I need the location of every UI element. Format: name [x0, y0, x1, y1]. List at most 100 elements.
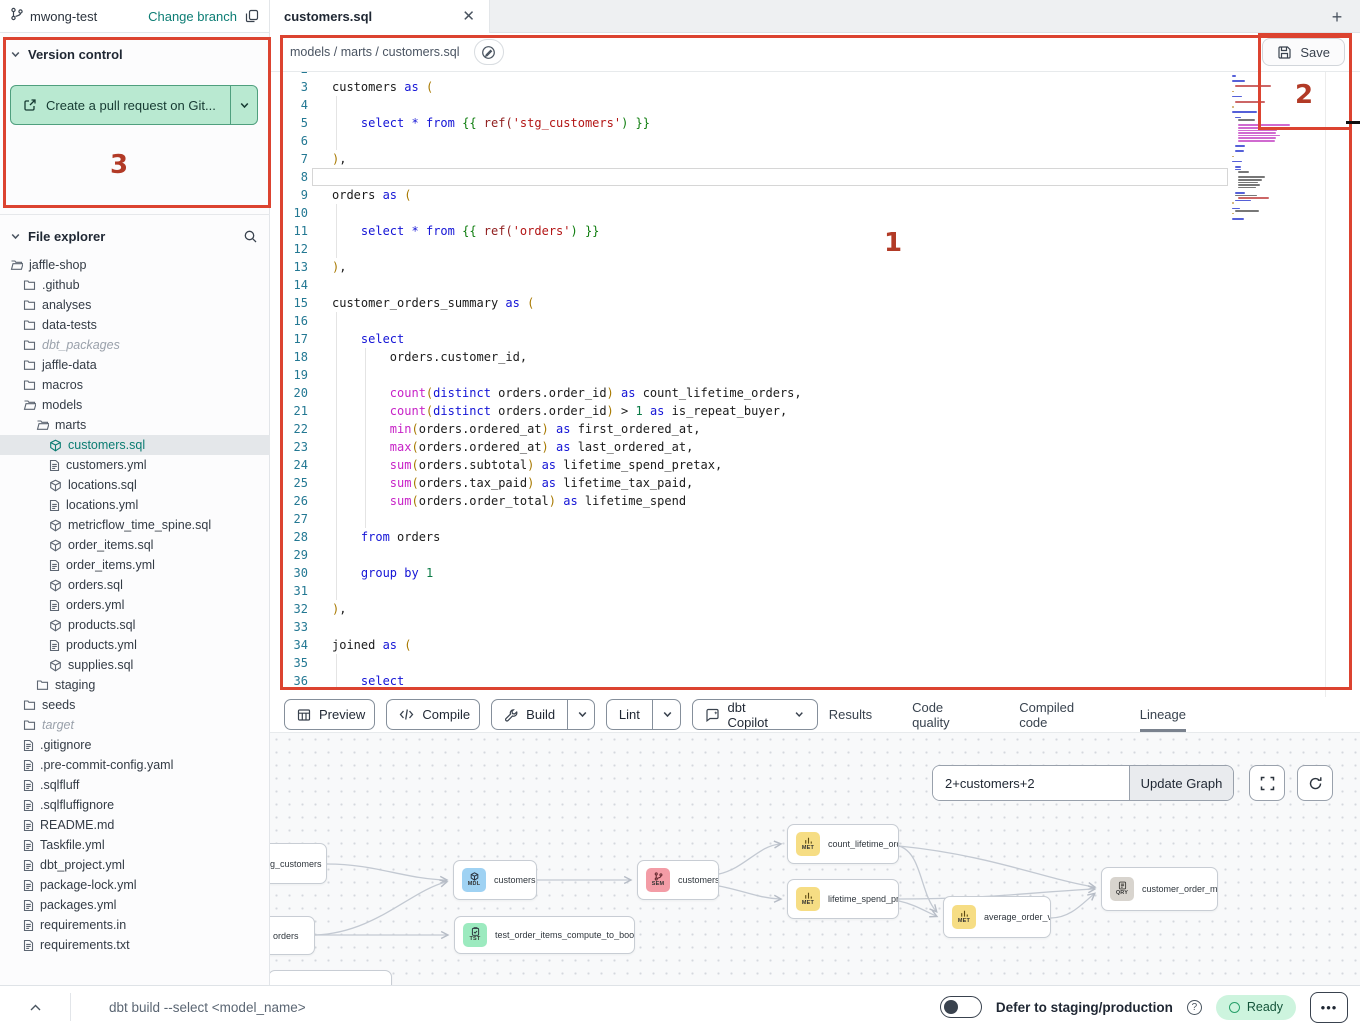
- file-tree-item--pre-commit-config-yaml[interactable]: .pre-commit-config.yaml: [0, 755, 270, 775]
- file-tree-item-metricflow-time-spine-sql[interactable]: metricflow_time_spine.sql: [0, 515, 270, 535]
- build-button[interactable]: Build: [491, 699, 595, 730]
- build-dropdown-chevron[interactable]: [567, 700, 595, 729]
- create-pull-request-main[interactable]: Create a pull request on Git...: [11, 86, 231, 124]
- panel-tab-code-quality[interactable]: Code quality: [912, 697, 979, 732]
- new-tab-button[interactable]: +: [1324, 4, 1350, 30]
- lineage-node-label: customers: [678, 875, 718, 885]
- tab-customers-sql[interactable]: customers.sql ✕: [270, 0, 490, 33]
- preview-label: Preview: [319, 707, 365, 722]
- close-icon[interactable]: ✕: [462, 9, 475, 24]
- branch-name: mwong-test: [30, 9, 97, 24]
- chevron-up-icon[interactable]: [0, 1003, 70, 1012]
- command-input[interactable]: dbt build --select <model_name>: [109, 1000, 306, 1015]
- file-tree-item-models[interactable]: models: [0, 395, 270, 415]
- line-number: 15: [282, 294, 308, 312]
- file-tree-item-order-items-yml[interactable]: order_items.yml: [0, 555, 270, 575]
- lineage-node-customer-order-metrics[interactable]: QRYcustomer_order_metrics: [1101, 867, 1218, 911]
- lineage-node-lifetime-spend-pretax[interactable]: METlifetime_spend_pretax: [787, 879, 899, 919]
- editor-minimap[interactable]: [1232, 75, 1322, 245]
- copy-icon[interactable]: [245, 9, 259, 23]
- file-tree-item-package-lock-yml[interactable]: package-lock.yml: [0, 875, 270, 895]
- minimap-line: [1238, 132, 1276, 134]
- update-graph-button[interactable]: Update Graph: [1129, 766, 1233, 800]
- compile-button[interactable]: Compile: [386, 699, 480, 730]
- lint-dropdown-chevron[interactable]: [652, 700, 681, 729]
- file-tree-item-jaffle-shop[interactable]: jaffle-shop: [0, 255, 270, 275]
- create-pull-request-button[interactable]: Create a pull request on Git...: [10, 85, 258, 125]
- file-tree-item-packages-yml[interactable]: packages.yml: [0, 895, 270, 915]
- code-line-32: ),: [332, 600, 346, 618]
- file-tree-item-customers-yml[interactable]: customers.yml: [0, 455, 270, 475]
- file-tree-item-macros[interactable]: macros: [0, 375, 270, 395]
- defer-toggle[interactable]: [940, 996, 982, 1018]
- lineage-panel[interactable]: stg_customersorders MDLcustomers TSTtest_o…: [270, 733, 1360, 985]
- doc-icon: [23, 839, 34, 852]
- file-tree-item-order-items-sql[interactable]: order_items.sql: [0, 535, 270, 555]
- lineage-node-customers[interactable]: MDLcustomers: [453, 860, 537, 900]
- file-tree-item-target[interactable]: target: [0, 715, 270, 735]
- lineage-node-customers[interactable]: SEMcustomers: [637, 860, 719, 900]
- file-tree-item-seeds[interactable]: seeds: [0, 695, 270, 715]
- file-tree-item--sqlfluff[interactable]: .sqlfluff: [0, 775, 270, 795]
- lint-button[interactable]: Lint: [606, 699, 681, 730]
- lineage-node-label: lifetime_spend_pretax: [828, 894, 898, 904]
- dbt-copilot-button[interactable]: dbt Copilot: [692, 699, 818, 730]
- lineage-node-count-lifetime-orders[interactable]: METcount_lifetime_orders: [787, 824, 899, 864]
- line-number: 12: [282, 240, 308, 258]
- search-icon[interactable]: [243, 229, 258, 244]
- file-tree-item-readme-md[interactable]: README.md: [0, 815, 270, 835]
- lineage-node-stg-customers[interactable]: stg_customers: [270, 843, 327, 884]
- lineage-selector-input[interactable]: 2+customers+2: [933, 766, 1129, 800]
- file-tree-item-requirements-txt[interactable]: requirements.txt: [0, 935, 270, 955]
- file-tree-item--github[interactable]: .github: [0, 275, 270, 295]
- file-tree-item--sqlfluffignore[interactable]: .sqlfluffignore: [0, 795, 270, 815]
- line-number: 32: [282, 600, 308, 618]
- refresh-button[interactable]: [1297, 765, 1333, 801]
- file-tree-item-supplies-sql[interactable]: supplies.sql: [0, 655, 270, 675]
- version-control-title: Version control: [28, 47, 123, 62]
- copilot-icon-button[interactable]: [474, 39, 504, 65]
- preview-button[interactable]: Preview: [284, 699, 375, 730]
- save-button[interactable]: Save: [1262, 38, 1345, 66]
- file-tree-item-marts[interactable]: marts: [0, 415, 270, 435]
- change-branch-link[interactable]: Change branch: [148, 9, 237, 24]
- file-tree-item-requirements-in[interactable]: requirements.in: [0, 915, 270, 935]
- more-options-button[interactable]: •••: [1310, 992, 1348, 1023]
- file-tree-item-dbt-packages[interactable]: dbt_packages: [0, 335, 270, 355]
- file-tree-item-locations-sql[interactable]: locations.sql: [0, 475, 270, 495]
- panel-tab-compiled-code[interactable]: Compiled code: [1019, 697, 1100, 732]
- file-tree-item-data-tests[interactable]: data-tests: [0, 315, 270, 335]
- lineage-node-partial[interactable]: [270, 970, 392, 985]
- code-line-15: customer_orders_summary as (: [332, 294, 534, 312]
- file-tree-item-dbt-project-yml[interactable]: dbt_project.yml: [0, 855, 270, 875]
- fullscreen-button[interactable]: [1249, 765, 1285, 801]
- file-tree-item-products-yml[interactable]: products.yml: [0, 635, 270, 655]
- action-bar: Preview Compile Build: [270, 697, 1360, 733]
- file-tree-item-analyses[interactable]: analyses: [0, 295, 270, 315]
- lineage-node-average-order-value[interactable]: METaverage_order_value: [943, 896, 1051, 938]
- indent-guide: [336, 132, 337, 150]
- lineage-node-orders[interactable]: orders: [270, 916, 315, 955]
- file-tree-item-jaffle-data[interactable]: jaffle-data: [0, 355, 270, 375]
- file-tree-item-staging[interactable]: staging: [0, 675, 270, 695]
- file-tree-label: target: [42, 718, 74, 732]
- code-editor[interactable]: 23customers as (45 select * from {{ ref(…: [270, 33, 1360, 697]
- help-icon[interactable]: ?: [1187, 1000, 1202, 1015]
- file-tree-item-products-sql[interactable]: products.sql: [0, 615, 270, 635]
- pr-dropdown-chevron[interactable]: [231, 86, 257, 124]
- panel-tab-lineage[interactable]: Lineage: [1140, 697, 1186, 732]
- file-tree-item--gitignore[interactable]: .gitignore: [0, 735, 270, 755]
- code-line-17: select: [332, 330, 404, 348]
- file-tree-item-locations-yml[interactable]: locations.yml: [0, 495, 270, 515]
- file-tree-item-orders-sql[interactable]: orders.sql: [0, 575, 270, 595]
- lineage-node-test-order-items-compute-to-bools-[interactable]: TSTtest_order_items_compute_to_bools...: [454, 916, 635, 954]
- indent-guide: [336, 654, 337, 672]
- file-tree-label: .gitignore: [40, 738, 91, 752]
- file-tree-item-orders-yml[interactable]: orders.yml: [0, 595, 270, 615]
- file-tree-item-taskfile-yml[interactable]: Taskfile.yml: [0, 835, 270, 855]
- file-tree-item-customers-sql[interactable]: customers.sql: [0, 435, 270, 455]
- table-icon: [297, 708, 311, 722]
- panel-tab-results[interactable]: Results: [829, 697, 872, 732]
- file-explorer-header[interactable]: File explorer: [0, 215, 270, 252]
- version-control-header[interactable]: Version control: [0, 33, 270, 70]
